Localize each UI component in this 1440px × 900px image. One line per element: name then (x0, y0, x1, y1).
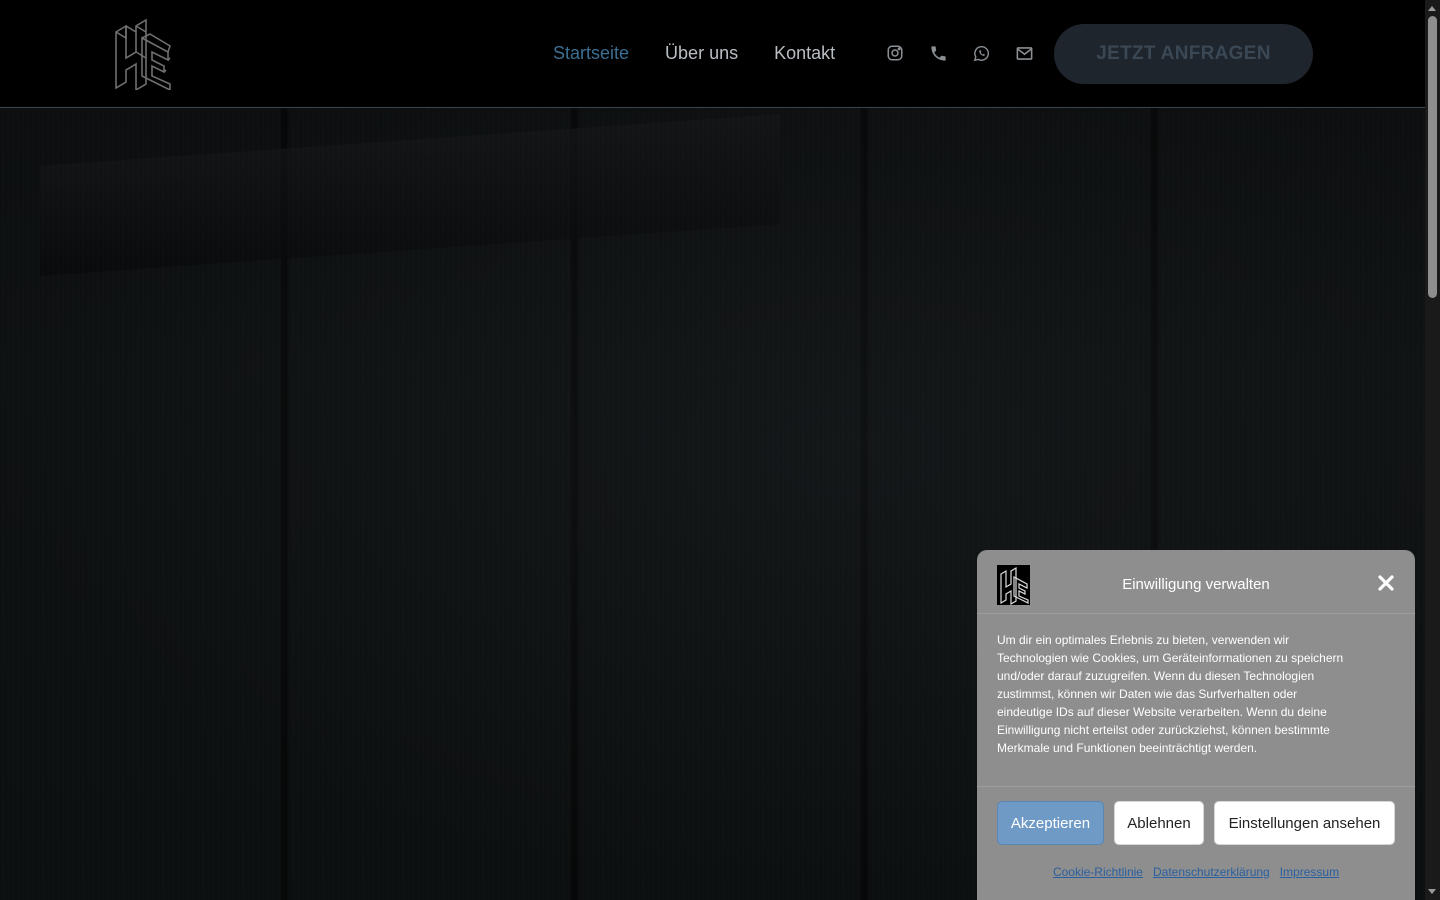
page-scrollbar[interactable] (1425, 0, 1440, 900)
cookie-policy-link[interactable]: Cookie-Richtlinie (1053, 865, 1143, 879)
cookie-links: Cookie-Richtlinie Datenschutzerklärung I… (977, 845, 1415, 879)
imprint-link[interactable]: Impressum (1280, 865, 1339, 879)
cookie-title: Einwilligung verwalten (1122, 576, 1270, 593)
accept-button[interactable]: Akzeptieren (997, 801, 1104, 845)
cookie-consent-dialog: Einwilligung verwalten Um dir ein optima… (977, 550, 1415, 900)
scroll-down-arrow-icon[interactable] (1428, 889, 1436, 894)
site-header: Startseite Über uns Kontakt JETZT ANFRAG… (0, 0, 1425, 108)
close-icon[interactable] (1377, 574, 1395, 592)
social-links (884, 42, 1035, 64)
logo-icon[interactable] (112, 18, 174, 90)
jetzt-anfragen-button[interactable]: JETZT ANFRAGEN (1054, 24, 1313, 84)
main-nav: Startseite Über uns Kontakt (553, 43, 835, 64)
view-settings-button[interactable]: Einstellungen ansehen (1214, 801, 1395, 845)
nav-ueber-uns[interactable]: Über uns (665, 43, 738, 64)
whatsapp-icon[interactable] (970, 42, 992, 64)
cookie-message: Um dir ein optimales Erlebnis zu bieten,… (977, 614, 1415, 787)
scroll-thumb[interactable] (1428, 16, 1437, 298)
cookie-header: Einwilligung verwalten (977, 550, 1415, 614)
phone-icon[interactable] (927, 42, 949, 64)
privacy-policy-link[interactable]: Datenschutzerklärung (1153, 865, 1270, 879)
instagram-icon[interactable] (884, 42, 906, 64)
mail-icon[interactable] (1013, 42, 1035, 64)
scroll-up-arrow-icon[interactable] (1428, 6, 1436, 11)
nav-kontakt[interactable]: Kontakt (774, 43, 835, 64)
nav-startseite[interactable]: Startseite (553, 43, 629, 64)
deny-button[interactable]: Ablehnen (1114, 801, 1204, 845)
cookie-buttons: Akzeptieren Ablehnen Einstellungen anseh… (977, 787, 1415, 845)
